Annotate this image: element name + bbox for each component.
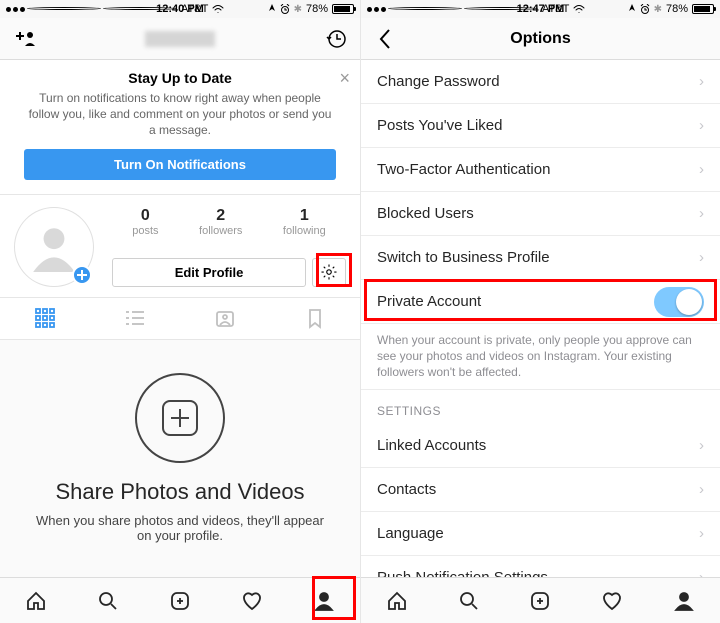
option-blocked-users[interactable]: Blocked Users › (361, 192, 720, 236)
tab-home[interactable] (0, 578, 72, 623)
profile-view-tabs (0, 298, 360, 340)
settings-button[interactable] (312, 258, 346, 287)
chevron-right-icon: › (699, 117, 704, 134)
stat-following[interactable]: 1 following (283, 207, 326, 237)
seg-list[interactable] (90, 298, 180, 339)
bluetooth-icon: ✱ (654, 4, 662, 15)
tab-profile[interactable] (288, 578, 360, 623)
tab-add[interactable] (144, 578, 216, 623)
option-two-factor[interactable]: Two-Factor Authentication › (361, 148, 720, 192)
profile-navbar (0, 18, 360, 60)
chevron-right-icon: › (699, 249, 704, 266)
discover-people-button[interactable] (10, 25, 38, 53)
chevron-right-icon: › (699, 73, 704, 90)
bluetooth-icon: ✱ (294, 4, 302, 15)
edit-profile-button[interactable]: Edit Profile (112, 258, 306, 287)
clock: 12:47 PM (517, 3, 565, 15)
empty-state: Share Photos and Videos When you share p… (0, 340, 360, 577)
profile-header: 0 posts 2 followers 1 following Edit Pro… (0, 195, 360, 298)
empty-title: Share Photos and Videos (55, 479, 304, 505)
chevron-right-icon: › (699, 481, 704, 498)
archive-button[interactable] (322, 25, 350, 53)
chevron-right-icon: › (699, 525, 704, 542)
seg-tagged[interactable] (180, 298, 270, 339)
status-bar: AT&T 12:47 PM ✱ 78% (361, 0, 720, 18)
option-contacts[interactable]: Contacts › (361, 468, 720, 512)
battery-icon (332, 4, 354, 14)
private-account-description: When your account is private, only peopl… (361, 324, 720, 390)
options-screen: AT&T 12:47 PM ✱ 78% Options Change Passw… (360, 0, 720, 623)
clock: 12:40 PM (156, 3, 204, 15)
stat-posts[interactable]: 0 posts (132, 207, 158, 237)
empty-state-icon (135, 373, 225, 463)
option-private-account[interactable]: Private Account (361, 280, 720, 324)
seg-saved[interactable] (270, 298, 360, 339)
stat-followers[interactable]: 2 followers (199, 207, 242, 237)
profile-screen: AT&T 12:40 PM ✱ 78% × Stay Up to Date Tu… (0, 0, 360, 623)
signal-dots-icon (367, 7, 538, 12)
tab-bar (0, 577, 360, 623)
options-navbar: Options (361, 18, 720, 60)
tab-activity[interactable] (216, 578, 288, 623)
chevron-right-icon: › (699, 569, 704, 577)
alarm-icon (280, 4, 290, 14)
promo-body: Turn on notifications to know right away… (24, 90, 336, 139)
empty-body: When you share photos and videos, they'l… (36, 513, 324, 543)
screen-title: Options (510, 30, 570, 48)
option-change-password[interactable]: Change Password › (361, 60, 720, 104)
battery-percent: 78% (306, 3, 328, 15)
wifi-icon (212, 4, 224, 14)
option-language[interactable]: Language › (361, 512, 720, 556)
stats-row: 0 posts 2 followers 1 following (112, 207, 346, 237)
wifi-icon (573, 4, 585, 14)
battery-icon (692, 4, 714, 14)
alarm-icon (640, 4, 650, 14)
signal-dots-icon (6, 7, 177, 12)
location-icon (268, 4, 276, 14)
option-linked-accounts[interactable]: Linked Accounts › (361, 424, 720, 468)
section-header-settings: SETTINGS (361, 390, 720, 424)
location-icon (628, 4, 636, 14)
turn-on-notifications-button[interactable]: Turn On Notifications (24, 149, 336, 180)
tab-search[interactable] (433, 578, 505, 623)
battery-percent: 78% (666, 3, 688, 15)
seg-grid[interactable] (0, 298, 90, 339)
username-label (145, 31, 215, 47)
private-account-toggle[interactable] (654, 287, 704, 317)
tab-search[interactable] (72, 578, 144, 623)
status-bar: AT&T 12:40 PM ✱ 78% (0, 0, 360, 18)
back-button[interactable] (371, 25, 399, 53)
options-list[interactable]: Change Password › Posts You've Liked › T… (361, 60, 720, 577)
tab-home[interactable] (361, 578, 433, 623)
add-photo-icon[interactable] (72, 265, 92, 285)
tab-activity[interactable] (576, 578, 648, 623)
notification-promo: × Stay Up to Date Turn on notifications … (0, 60, 360, 195)
option-switch-business[interactable]: Switch to Business Profile › (361, 236, 720, 280)
tab-profile[interactable] (648, 578, 720, 623)
gear-icon (320, 263, 338, 281)
chevron-left-icon (378, 28, 392, 50)
option-push-notifications[interactable]: Push Notification Settings › (361, 556, 720, 577)
tab-bar (361, 577, 720, 623)
chevron-right-icon: › (699, 205, 704, 222)
tab-add[interactable] (505, 578, 577, 623)
chevron-right-icon: › (699, 437, 704, 454)
chevron-right-icon: › (699, 161, 704, 178)
promo-title: Stay Up to Date (24, 70, 336, 86)
option-posts-liked[interactable]: Posts You've Liked › (361, 104, 720, 148)
close-icon[interactable]: × (339, 68, 350, 89)
